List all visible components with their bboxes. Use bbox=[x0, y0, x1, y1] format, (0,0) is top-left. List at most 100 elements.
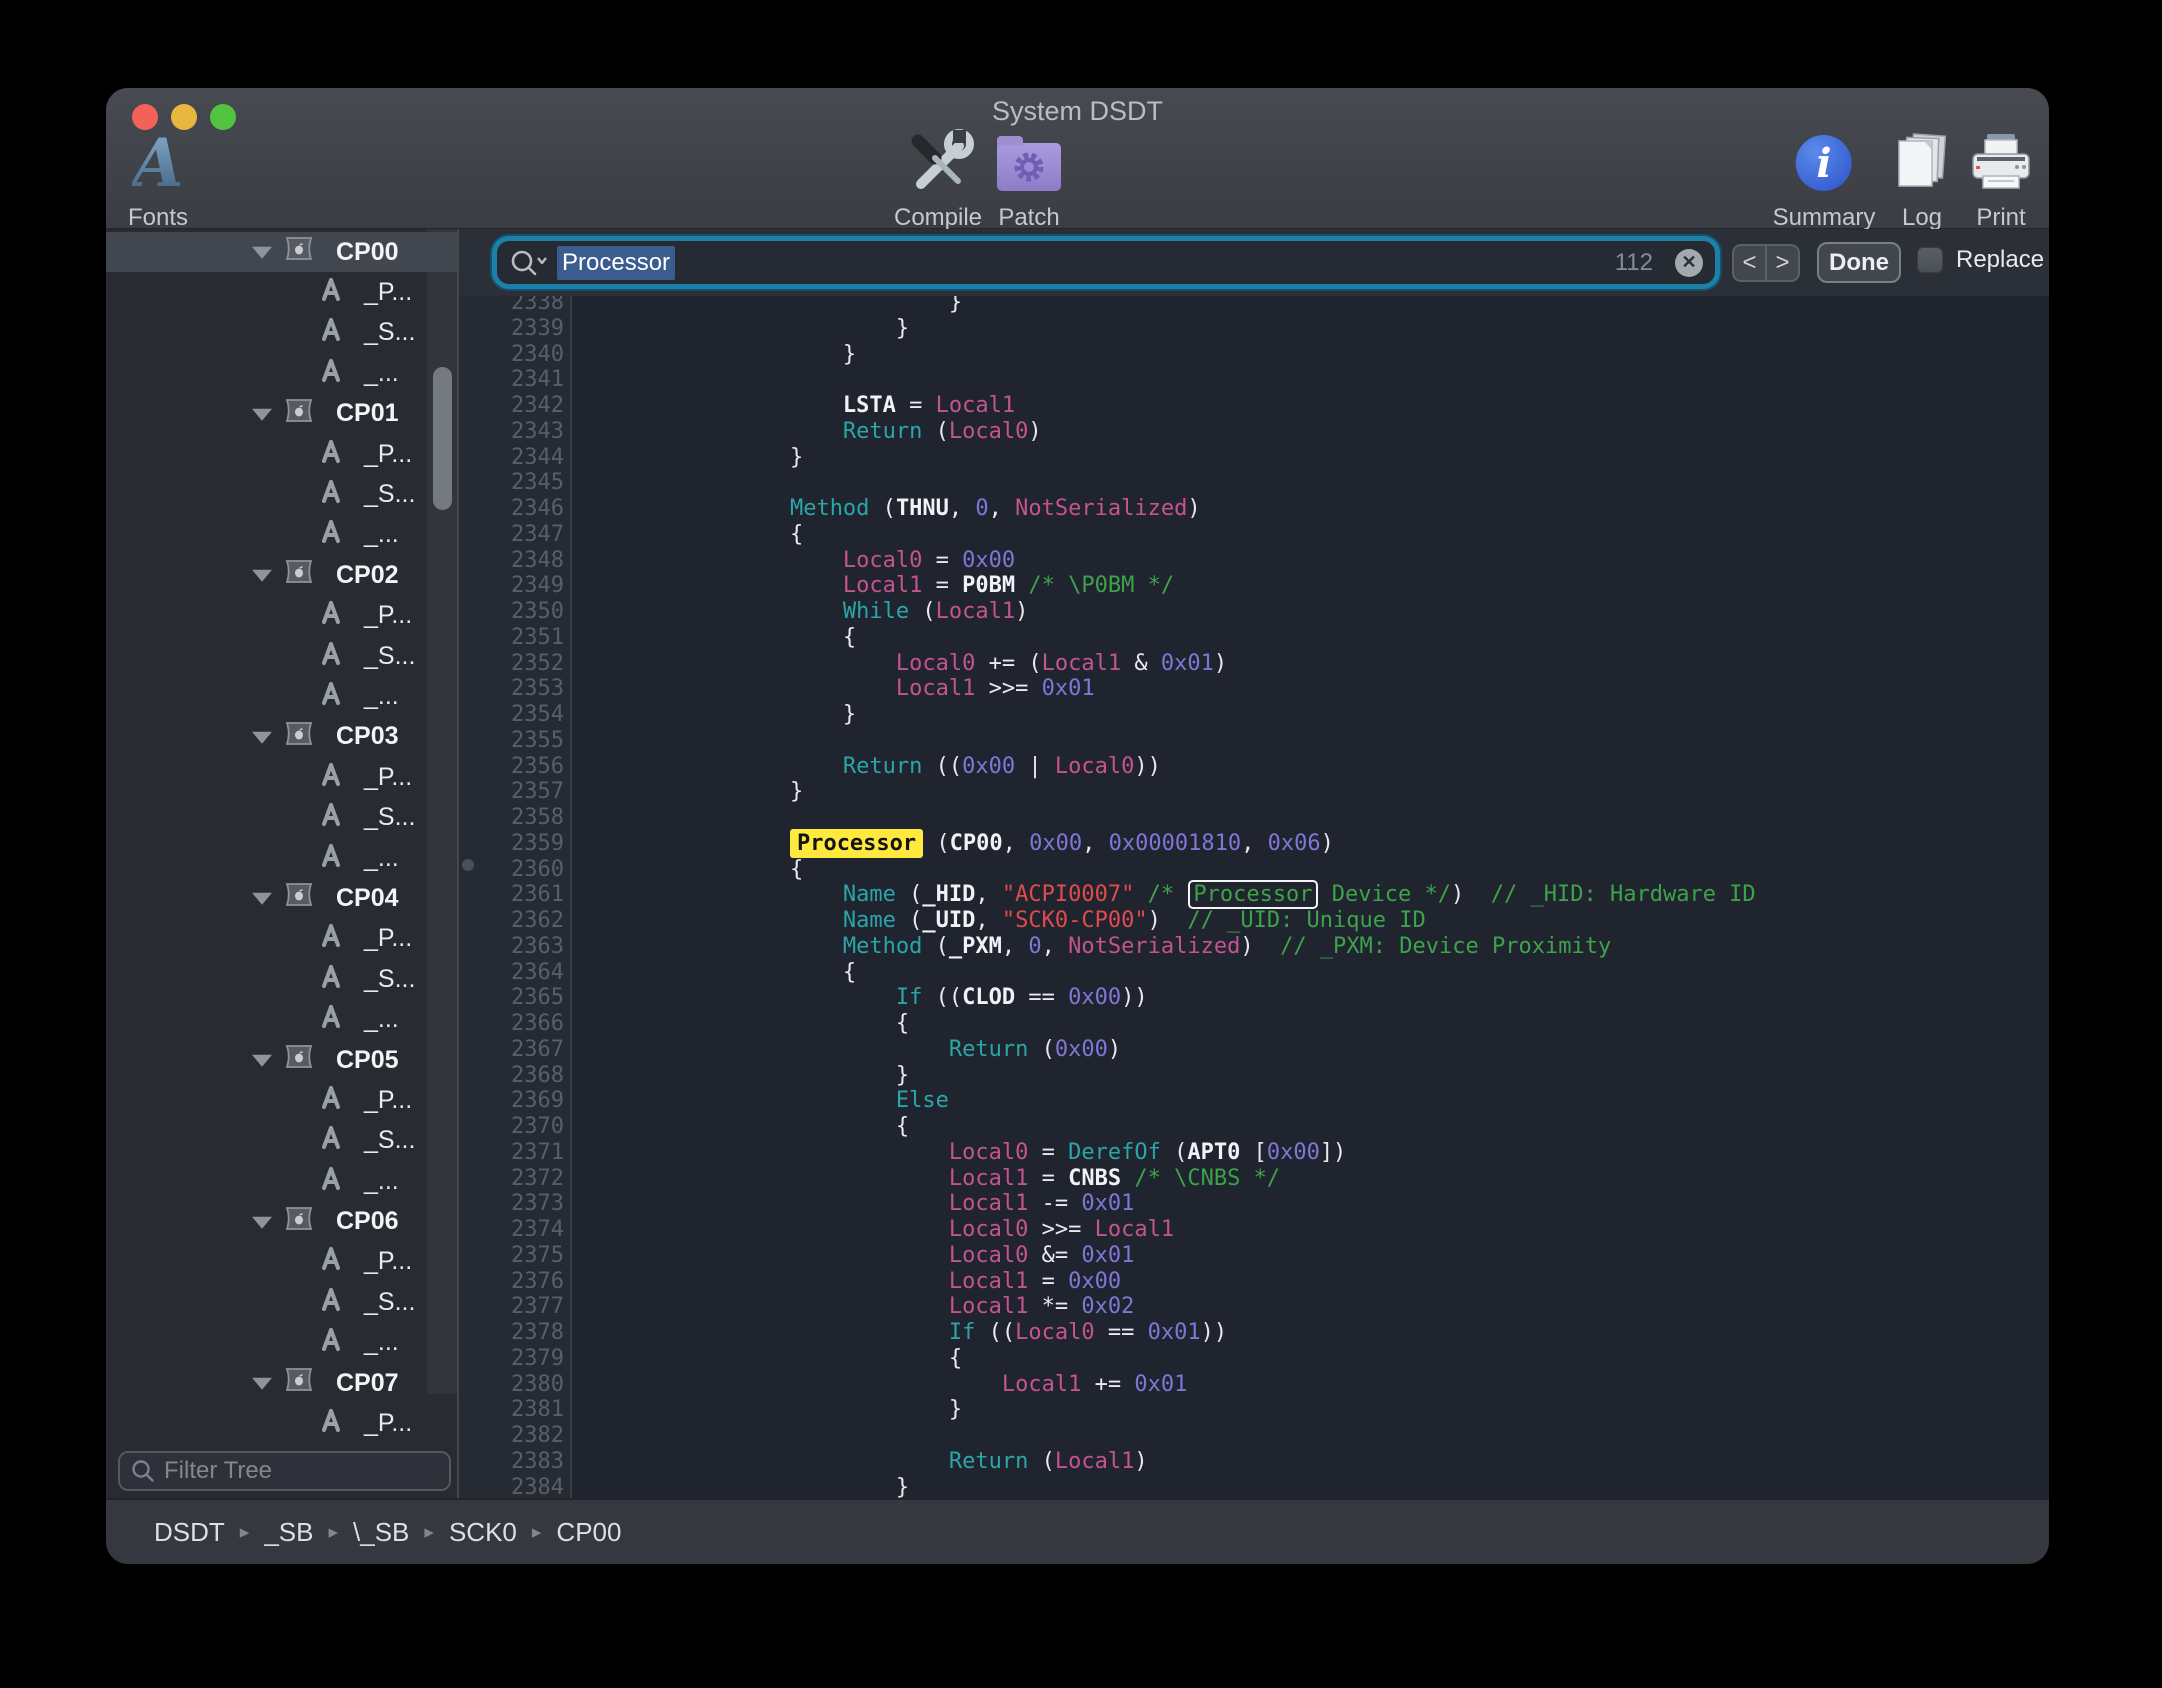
code-editor[interactable]: 2338233923402341234223432344234523462347… bbox=[459, 296, 2049, 1498]
tree-item-label: CP05 bbox=[336, 1046, 399, 1075]
tree-item-label: _S... bbox=[364, 965, 415, 994]
tree-item-[interactable]: _... bbox=[106, 1161, 457, 1201]
find-previous-button[interactable]: < bbox=[1734, 246, 1767, 280]
disclosure-triangle-icon[interactable] bbox=[252, 570, 272, 582]
tree-item-label: _S... bbox=[364, 1288, 415, 1317]
code-line: Return (Local0) bbox=[631, 419, 2049, 445]
log-toolbar-button[interactable]: Log bbox=[1890, 124, 1954, 232]
breadcrumb-item[interactable]: SCK0 bbox=[449, 1517, 517, 1548]
line-number: 2345 bbox=[459, 470, 564, 496]
code-line: Local0 &= 0x01 bbox=[631, 1243, 2049, 1269]
tree-item-s[interactable]: _S... bbox=[106, 474, 457, 514]
tree-item-p[interactable]: _P... bbox=[106, 1080, 457, 1120]
code-line: Local0 >>= Local1 bbox=[631, 1217, 2049, 1243]
line-number: 2355 bbox=[459, 728, 564, 754]
tree-item-cp01[interactable]: CP01 bbox=[106, 394, 457, 434]
patch-toolbar-button[interactable]: Patch bbox=[997, 124, 1061, 232]
tree-item-p[interactable]: _P... bbox=[106, 1242, 457, 1282]
tree-item-p[interactable]: _P... bbox=[106, 757, 457, 797]
breadcrumb-item[interactable]: \_SB bbox=[353, 1517, 409, 1548]
dsdt-tree[interactable]: CP00_P..._S..._...CP01_P..._S..._...CP02… bbox=[106, 229, 457, 1446]
print-toolbar-button[interactable]: Print bbox=[1967, 124, 2035, 232]
line-number: 2376 bbox=[459, 1269, 564, 1295]
summary-toolbar-button[interactable]: iSummary bbox=[1773, 124, 1876, 232]
tree-item-[interactable]: _... bbox=[106, 676, 457, 716]
code-line: Local1 -= 0x01 bbox=[631, 1191, 2049, 1217]
tree-item-s[interactable]: _S... bbox=[106, 1282, 457, 1322]
line-number: 2342 bbox=[459, 393, 564, 419]
tree-item-cp03[interactable]: CP03 bbox=[106, 717, 457, 757]
tree-item-p[interactable]: _P... bbox=[106, 272, 457, 312]
breadcrumb-item[interactable]: DSDT bbox=[154, 1517, 225, 1548]
code-lines[interactable]: } } } LSTA = Local1 Return (Local0) } Me… bbox=[572, 296, 2049, 1498]
clear-search-icon[interactable]: ✕ bbox=[1675, 249, 1703, 277]
code-line bbox=[631, 728, 2049, 754]
line-number: 2382 bbox=[459, 1423, 564, 1449]
tree-item-s[interactable]: _S... bbox=[106, 636, 457, 676]
scope-icon bbox=[284, 398, 314, 430]
tree-item-cp04[interactable]: CP04 bbox=[106, 878, 457, 918]
disclosure-triangle-icon[interactable] bbox=[252, 247, 272, 259]
tree-item-p[interactable]: _P... bbox=[106, 919, 457, 959]
tree-item-label: _... bbox=[364, 1005, 399, 1034]
search-input[interactable]: Processor 112 ✕ bbox=[497, 241, 1715, 284]
line-number: 2366 bbox=[459, 1011, 564, 1037]
tree-item-cp05[interactable]: CP05 bbox=[106, 1040, 457, 1080]
method-icon bbox=[316, 800, 346, 835]
breadcrumb-item[interactable]: _SB bbox=[264, 1517, 313, 1548]
tree-item-s[interactable]: _S... bbox=[106, 1121, 457, 1161]
done-button[interactable]: Done bbox=[1817, 242, 1901, 283]
find-next-button[interactable]: > bbox=[1767, 246, 1798, 280]
code-line: Local0 = DerefOf (APT0 [0x00]) bbox=[631, 1140, 2049, 1166]
disclosure-triangle-icon[interactable] bbox=[252, 408, 272, 420]
breadcrumb-item[interactable]: CP00 bbox=[556, 1517, 621, 1548]
tree-item-[interactable]: _... bbox=[106, 515, 457, 555]
tree-item-cp06[interactable]: CP06 bbox=[106, 1201, 457, 1241]
tree-item-label: _S... bbox=[364, 318, 415, 347]
line-number: 2368 bbox=[459, 1063, 564, 1089]
line-number: 2340 bbox=[459, 342, 564, 368]
tree-item-label: _S... bbox=[364, 480, 415, 509]
splitter-handle-icon[interactable] bbox=[462, 859, 474, 871]
tree-item-label: _P... bbox=[364, 924, 412, 953]
method-icon bbox=[316, 1083, 346, 1118]
tree-item-cp00[interactable]: CP00 bbox=[106, 232, 457, 272]
tree-item-s[interactable]: _S... bbox=[106, 313, 457, 353]
tree-item-cp02[interactable]: CP02 bbox=[106, 555, 457, 595]
disclosure-triangle-icon[interactable] bbox=[252, 1055, 272, 1067]
tree-item-[interactable]: _... bbox=[106, 838, 457, 878]
patch-icon bbox=[997, 124, 1061, 202]
disclosure-triangle-icon[interactable] bbox=[252, 1378, 272, 1390]
tree-item-[interactable]: _... bbox=[106, 999, 457, 1039]
tree-item-[interactable]: _... bbox=[106, 1323, 457, 1363]
disclosure-triangle-icon[interactable] bbox=[252, 732, 272, 744]
method-icon bbox=[316, 921, 346, 956]
method-icon bbox=[316, 760, 346, 795]
disclosure-triangle-icon[interactable] bbox=[252, 893, 272, 905]
code-line bbox=[631, 805, 2049, 831]
tree-item-s[interactable]: _S... bbox=[106, 797, 457, 837]
breadcrumb: DSDT▸_SB▸\_SB▸SCK0▸CP00 bbox=[106, 1498, 2049, 1564]
tree-item-p[interactable]: _P... bbox=[106, 1403, 457, 1443]
tree-item-label: _P... bbox=[364, 1086, 412, 1115]
code-line: } bbox=[631, 779, 2049, 805]
code-line: Local1 = P0BM /* \P0BM */ bbox=[631, 573, 2049, 599]
tree-item-cp07[interactable]: CP07 bbox=[106, 1363, 457, 1403]
tree-item-[interactable]: _... bbox=[106, 353, 457, 393]
disclosure-triangle-icon[interactable] bbox=[252, 1216, 272, 1228]
method-icon bbox=[316, 1244, 346, 1279]
code-line: Local1 >>= 0x01 bbox=[631, 676, 2049, 702]
filter-tree-input[interactable]: Filter Tree bbox=[118, 1451, 451, 1491]
tree-item-p[interactable]: _P... bbox=[106, 434, 457, 474]
tree-item-label: CP02 bbox=[336, 561, 399, 590]
search-menu-icon[interactable] bbox=[509, 248, 547, 278]
method-icon bbox=[316, 1002, 346, 1037]
tree-item-label: CP06 bbox=[336, 1207, 399, 1236]
tree-item-p[interactable]: _P... bbox=[106, 596, 457, 636]
compile-toolbar-button[interactable]: Compile bbox=[894, 124, 982, 232]
fonts-toolbar-button[interactable]: AFonts bbox=[128, 124, 188, 232]
main-area: CP00_P..._S..._...CP01_P..._S..._...CP02… bbox=[106, 229, 2049, 1498]
tree-item-s[interactable]: _S... bbox=[106, 959, 457, 999]
code-line: Return ((0x00 | Local0)) bbox=[631, 754, 2049, 780]
replace-checkbox[interactable] bbox=[1917, 247, 1943, 273]
